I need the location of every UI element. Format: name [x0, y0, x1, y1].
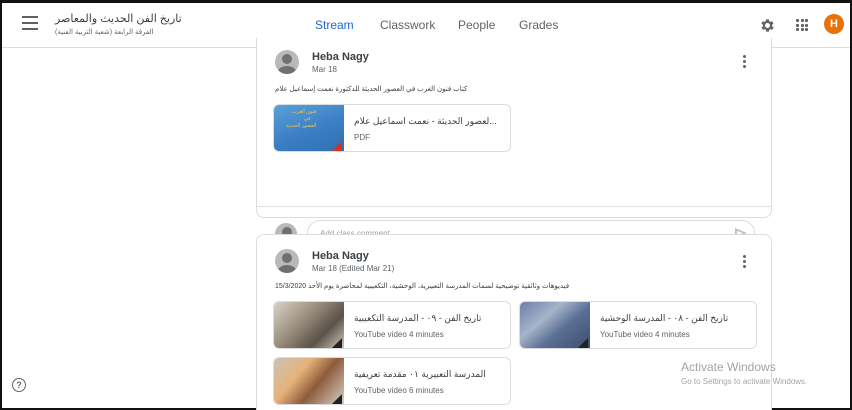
- attachment-video[interactable]: المدرسة التعبيرية ٠١ مقدمة تعريفية YouTu…: [273, 357, 511, 405]
- post-menu-icon[interactable]: [743, 255, 747, 269]
- attachment-title: تاريخ الفن - ٠٩ - المدرسة التكعيبية: [354, 313, 482, 323]
- gear-icon[interactable]: [759, 17, 776, 34]
- stream-post: Heba Nagy Mar 18 كتاب فنون الغرب في العص…: [256, 38, 772, 246]
- apps-grid-icon[interactable]: [796, 19, 808, 31]
- attachment-title: ...لعصور الحديثة - نعمت اسماعيل علام: [354, 116, 497, 126]
- attachment-title: تاريخ الفن - ٠٨ - المدرسة الوحشية: [600, 313, 729, 323]
- main-menu-icon[interactable]: [22, 16, 38, 30]
- video-thumbnail: [274, 358, 344, 404]
- tab-classwork[interactable]: Classwork: [380, 18, 435, 32]
- pdf-thumbnail: فنون الغرب في العصور الحديثة: [274, 105, 344, 151]
- attachment-type: PDF: [354, 133, 370, 142]
- video-thumbnail: [274, 302, 344, 348]
- post-author: Heba Nagy: [312, 250, 369, 262]
- video-icon: [332, 338, 342, 348]
- attachment-meta: YouTube video 6 minutes: [354, 386, 444, 395]
- tab-people[interactable]: People: [458, 18, 495, 32]
- comment-divider: [257, 206, 771, 207]
- video-thumbnail: [520, 302, 590, 348]
- attachment-pdf[interactable]: فنون الغرب في العصور الحديثة ...لعصور ال…: [273, 104, 511, 152]
- post-date: Mar 18: [312, 65, 337, 74]
- author-avatar: [275, 249, 299, 273]
- post-menu-icon[interactable]: [743, 55, 747, 69]
- video-icon: [332, 394, 342, 404]
- post-text: كتاب فنون الغرب في العصور الحديثة للدكتو…: [275, 86, 468, 93]
- activation-watermark-title: Activate Windows: [681, 360, 776, 374]
- video-icon: [578, 338, 588, 348]
- attachment-meta: YouTube video 4 minutes: [600, 330, 690, 339]
- activation-watermark-text: Go to Settings to activate Windows.: [681, 377, 808, 386]
- thumb-line: العصور الحديثة: [286, 123, 317, 129]
- pdf-icon: [332, 141, 342, 151]
- post-text: فيديوهات وثائقية توضيحية لسمات المدرسة ا…: [275, 283, 570, 290]
- attachment-meta: YouTube video 4 minutes: [354, 330, 444, 339]
- attachment-title: المدرسة التعبيرية ٠١ مقدمة تعريفية: [354, 369, 486, 379]
- thumb-line: في: [304, 116, 311, 122]
- thumb-line: فنون الغرب: [292, 109, 317, 115]
- author-avatar: [275, 50, 299, 74]
- post-date: Mar 18 (Edited Mar 21): [312, 264, 395, 273]
- attachment-video[interactable]: تاريخ الفن - ٠٨ - المدرسة الوحشية YouTub…: [519, 301, 757, 349]
- class-title[interactable]: تاريخ الفن الحديث والمعاصر: [55, 12, 182, 25]
- account-avatar[interactable]: H: [824, 14, 844, 34]
- help-icon[interactable]: ?: [12, 378, 26, 392]
- attachment-video[interactable]: تاريخ الفن - ٠٩ - المدرسة التكعيبية YouT…: [273, 301, 511, 349]
- tab-grades[interactable]: Grades: [519, 18, 558, 32]
- tab-stream[interactable]: Stream: [315, 18, 354, 32]
- post-author: Heba Nagy: [312, 51, 369, 63]
- class-section: الفرقة الرابعة (شعبة التربية الفنية): [55, 29, 154, 36]
